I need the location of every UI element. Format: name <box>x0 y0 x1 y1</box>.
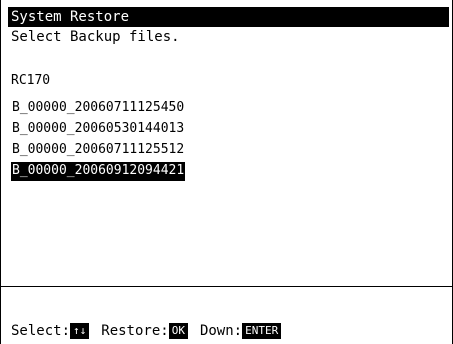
system-restore-screen: System Restore Select Backup files. RC17… <box>0 0 453 344</box>
backup-file-item[interactable]: B_00000_20060711125450 <box>11 100 185 115</box>
device-group-label: RC170 <box>11 73 51 88</box>
status-divider <box>1 286 453 287</box>
enter-key[interactable]: ENTER <box>242 323 282 339</box>
ok-key[interactable]: OK <box>168 323 188 339</box>
window-title: System Restore <box>8 7 449 27</box>
backup-file-item-selected[interactable]: B_00000_20060912094421 <box>11 162 186 181</box>
key-help-bar: Select: ↑↓ Restore: OK Down: ENTER <box>11 320 282 342</box>
instruction-text: Select Backup files. <box>11 29 180 45</box>
arrow-keys-icon[interactable]: ↑↓ <box>70 323 90 339</box>
restore-hint-label: Restore: <box>101 323 169 339</box>
backup-file-list: B_00000_20060711125450 B_00000_200605301… <box>11 96 186 181</box>
down-hint-label: Down: <box>199 323 243 339</box>
backup-file-item[interactable]: B_00000_20060530144013 <box>11 121 185 136</box>
backup-file-item[interactable]: B_00000_20060711125512 <box>11 142 185 157</box>
select-hint-label: Select: <box>11 323 71 339</box>
